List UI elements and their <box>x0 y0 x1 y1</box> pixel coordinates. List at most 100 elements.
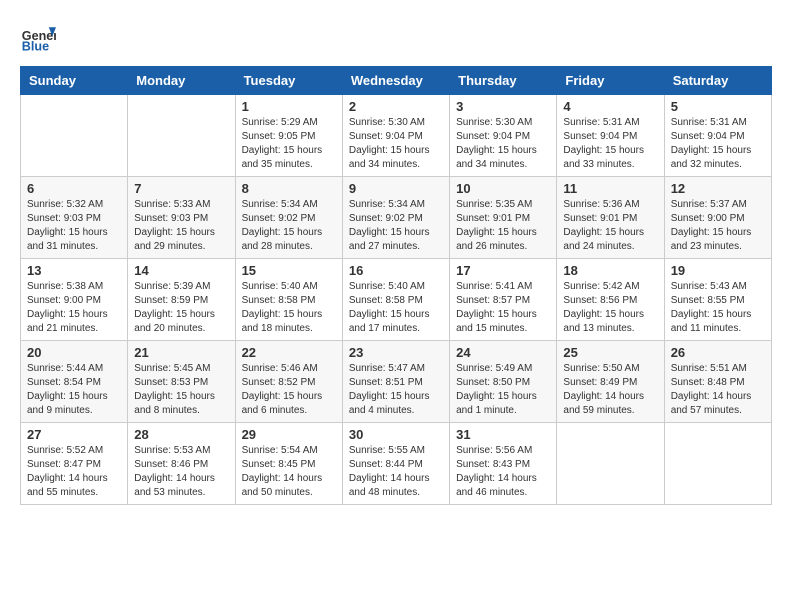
calendar-cell: 5 Sunrise: 5:31 AM Sunset: 9:04 PM Daylig… <box>664 95 771 177</box>
day-number: 24 <box>456 345 550 360</box>
day-info: Sunrise: 5:35 AM Sunset: 9:01 PM Dayligh… <box>456 198 550 254</box>
day-info: Sunrise: 5:50 AM Sunset: 8:49 PM Dayligh… <box>563 362 657 418</box>
weekday-header: Saturday <box>664 67 771 95</box>
logo-icon: General Blue <box>20 20 56 56</box>
calendar-cell: 26 Sunrise: 5:51 AM Sunset: 8:48 PM Dayli… <box>664 341 771 423</box>
day-number: 5 <box>671 99 765 114</box>
day-number: 7 <box>134 181 228 196</box>
calendar-cell: 20 Sunrise: 5:44 AM Sunset: 8:54 PM Dayli… <box>21 341 128 423</box>
day-info: Sunrise: 5:46 AM Sunset: 8:52 PM Dayligh… <box>242 362 336 418</box>
day-info: Sunrise: 5:31 AM Sunset: 9:04 PM Dayligh… <box>671 116 765 172</box>
calendar-cell: 7 Sunrise: 5:33 AM Sunset: 9:03 PM Daylig… <box>128 177 235 259</box>
calendar-cell: 13 Sunrise: 5:38 AM Sunset: 9:00 PM Dayli… <box>21 259 128 341</box>
day-info: Sunrise: 5:47 AM Sunset: 8:51 PM Dayligh… <box>349 362 443 418</box>
calendar-cell: 3Sunrise: 5:30 AM Sunset: 9:04 PM Daylig… <box>450 95 557 177</box>
weekday-header: Tuesday <box>235 67 342 95</box>
day-number: 22 <box>242 345 336 360</box>
day-info: Sunrise: 5:44 AM Sunset: 8:54 PM Dayligh… <box>27 362 121 418</box>
calendar-cell: 11 Sunrise: 5:36 AM Sunset: 9:01 PM Dayli… <box>557 177 664 259</box>
day-info: Sunrise: 5:29 AM Sunset: 9:05 PM Dayligh… <box>242 116 336 172</box>
day-number: 20 <box>27 345 121 360</box>
calendar-header: SundayMondayTuesdayWednesdayThursdayFrid… <box>21 67 772 95</box>
calendar-cell: 8 Sunrise: 5:34 AM Sunset: 9:02 PM Daylig… <box>235 177 342 259</box>
day-info: Sunrise: 5:51 AM Sunset: 8:48 PM Dayligh… <box>671 362 765 418</box>
day-number: 13 <box>27 263 121 278</box>
calendar-cell: 22 Sunrise: 5:46 AM Sunset: 8:52 PM Dayli… <box>235 341 342 423</box>
weekday-header: Friday <box>557 67 664 95</box>
day-info: Sunrise: 5:55 AM Sunset: 8:44 PM Dayligh… <box>349 444 443 500</box>
calendar-week-row: 1 Sunrise: 5:29 AM Sunset: 9:05 PM Daylig… <box>21 95 772 177</box>
calendar-cell: 30 Sunrise: 5:55 AM Sunset: 8:44 PM Dayli… <box>342 423 449 505</box>
day-number: 6 <box>27 181 121 196</box>
calendar-cell: 14Sunrise: 5:39 AM Sunset: 8:59 PM Dayli… <box>128 259 235 341</box>
weekday-header: Sunday <box>21 67 128 95</box>
calendar-cell: 31 Sunrise: 5:56 AM Sunset: 8:43 PM Dayli… <box>450 423 557 505</box>
weekday-header: Thursday <box>450 67 557 95</box>
weekday-header: Monday <box>128 67 235 95</box>
page-header: General Blue <box>20 20 772 56</box>
calendar-cell <box>664 423 771 505</box>
day-info: Sunrise: 5:34 AM Sunset: 9:02 PM Dayligh… <box>242 198 336 254</box>
day-number: 16 <box>349 263 443 278</box>
calendar-cell: 27 Sunrise: 5:52 AM Sunset: 8:47 PM Dayli… <box>21 423 128 505</box>
day-number: 27 <box>27 427 121 442</box>
calendar-cell: 18Sunrise: 5:42 AM Sunset: 8:56 PM Dayli… <box>557 259 664 341</box>
day-number: 4 <box>563 99 657 114</box>
calendar-cell: 29Sunrise: 5:54 AM Sunset: 8:45 PM Dayli… <box>235 423 342 505</box>
svg-text:Blue: Blue <box>22 40 49 54</box>
day-number: 23 <box>349 345 443 360</box>
calendar-cell: 21 Sunrise: 5:45 AM Sunset: 8:53 PM Dayli… <box>128 341 235 423</box>
calendar-week-row: 20 Sunrise: 5:44 AM Sunset: 8:54 PM Dayli… <box>21 341 772 423</box>
day-number: 29 <box>242 427 336 442</box>
calendar-cell <box>21 95 128 177</box>
calendar-cell: 6 Sunrise: 5:32 AM Sunset: 9:03 PM Daylig… <box>21 177 128 259</box>
day-number: 26 <box>671 345 765 360</box>
calendar-cell: 16 Sunrise: 5:40 AM Sunset: 8:58 PM Dayli… <box>342 259 449 341</box>
day-info: Sunrise: 5:34 AM Sunset: 9:02 PM Dayligh… <box>349 198 443 254</box>
day-number: 25 <box>563 345 657 360</box>
day-info: Sunrise: 5:38 AM Sunset: 9:00 PM Dayligh… <box>27 280 121 336</box>
day-number: 31 <box>456 427 550 442</box>
day-info: Sunrise: 5:45 AM Sunset: 8:53 PM Dayligh… <box>134 362 228 418</box>
day-number: 9 <box>349 181 443 196</box>
day-number: 8 <box>242 181 336 196</box>
day-info: Sunrise: 5:31 AM Sunset: 9:04 PM Dayligh… <box>563 116 657 172</box>
calendar-cell: 2 Sunrise: 5:30 AM Sunset: 9:04 PM Daylig… <box>342 95 449 177</box>
weekday-row: SundayMondayTuesdayWednesdayThursdayFrid… <box>21 67 772 95</box>
calendar-cell <box>128 95 235 177</box>
day-info: Sunrise: 5:33 AM Sunset: 9:03 PM Dayligh… <box>134 198 228 254</box>
day-number: 12 <box>671 181 765 196</box>
day-number: 18 <box>563 263 657 278</box>
day-number: 28 <box>134 427 228 442</box>
day-info: Sunrise: 5:40 AM Sunset: 8:58 PM Dayligh… <box>242 280 336 336</box>
day-number: 11 <box>563 181 657 196</box>
day-number: 19 <box>671 263 765 278</box>
calendar-cell: 12 Sunrise: 5:37 AM Sunset: 9:00 PM Dayli… <box>664 177 771 259</box>
day-number: 30 <box>349 427 443 442</box>
day-info: Sunrise: 5:53 AM Sunset: 8:46 PM Dayligh… <box>134 444 228 500</box>
day-number: 21 <box>134 345 228 360</box>
calendar-cell: 17Sunrise: 5:41 AM Sunset: 8:57 PM Dayli… <box>450 259 557 341</box>
calendar-cell: 10Sunrise: 5:35 AM Sunset: 9:01 PM Dayli… <box>450 177 557 259</box>
calendar-cell: 23 Sunrise: 5:47 AM Sunset: 8:51 PM Dayli… <box>342 341 449 423</box>
calendar-cell: 19Sunrise: 5:43 AM Sunset: 8:55 PM Dayli… <box>664 259 771 341</box>
calendar-cell: 28 Sunrise: 5:53 AM Sunset: 8:46 PM Dayli… <box>128 423 235 505</box>
day-number: 1 <box>242 99 336 114</box>
day-info: Sunrise: 5:37 AM Sunset: 9:00 PM Dayligh… <box>671 198 765 254</box>
calendar-week-row: 6 Sunrise: 5:32 AM Sunset: 9:03 PM Daylig… <box>21 177 772 259</box>
day-info: Sunrise: 5:49 AM Sunset: 8:50 PM Dayligh… <box>456 362 550 418</box>
day-number: 3 <box>456 99 550 114</box>
day-info: Sunrise: 5:30 AM Sunset: 9:04 PM Dayligh… <box>349 116 443 172</box>
calendar-body: 1 Sunrise: 5:29 AM Sunset: 9:05 PM Daylig… <box>21 95 772 505</box>
day-number: 2 <box>349 99 443 114</box>
day-info: Sunrise: 5:52 AM Sunset: 8:47 PM Dayligh… <box>27 444 121 500</box>
day-info: Sunrise: 5:36 AM Sunset: 9:01 PM Dayligh… <box>563 198 657 254</box>
weekday-header: Wednesday <box>342 67 449 95</box>
day-number: 17 <box>456 263 550 278</box>
calendar-cell <box>557 423 664 505</box>
day-number: 14 <box>134 263 228 278</box>
day-info: Sunrise: 5:32 AM Sunset: 9:03 PM Dayligh… <box>27 198 121 254</box>
day-info: Sunrise: 5:56 AM Sunset: 8:43 PM Dayligh… <box>456 444 550 500</box>
day-info: Sunrise: 5:40 AM Sunset: 8:58 PM Dayligh… <box>349 280 443 336</box>
calendar-cell: 24 Sunrise: 5:49 AM Sunset: 8:50 PM Dayli… <box>450 341 557 423</box>
